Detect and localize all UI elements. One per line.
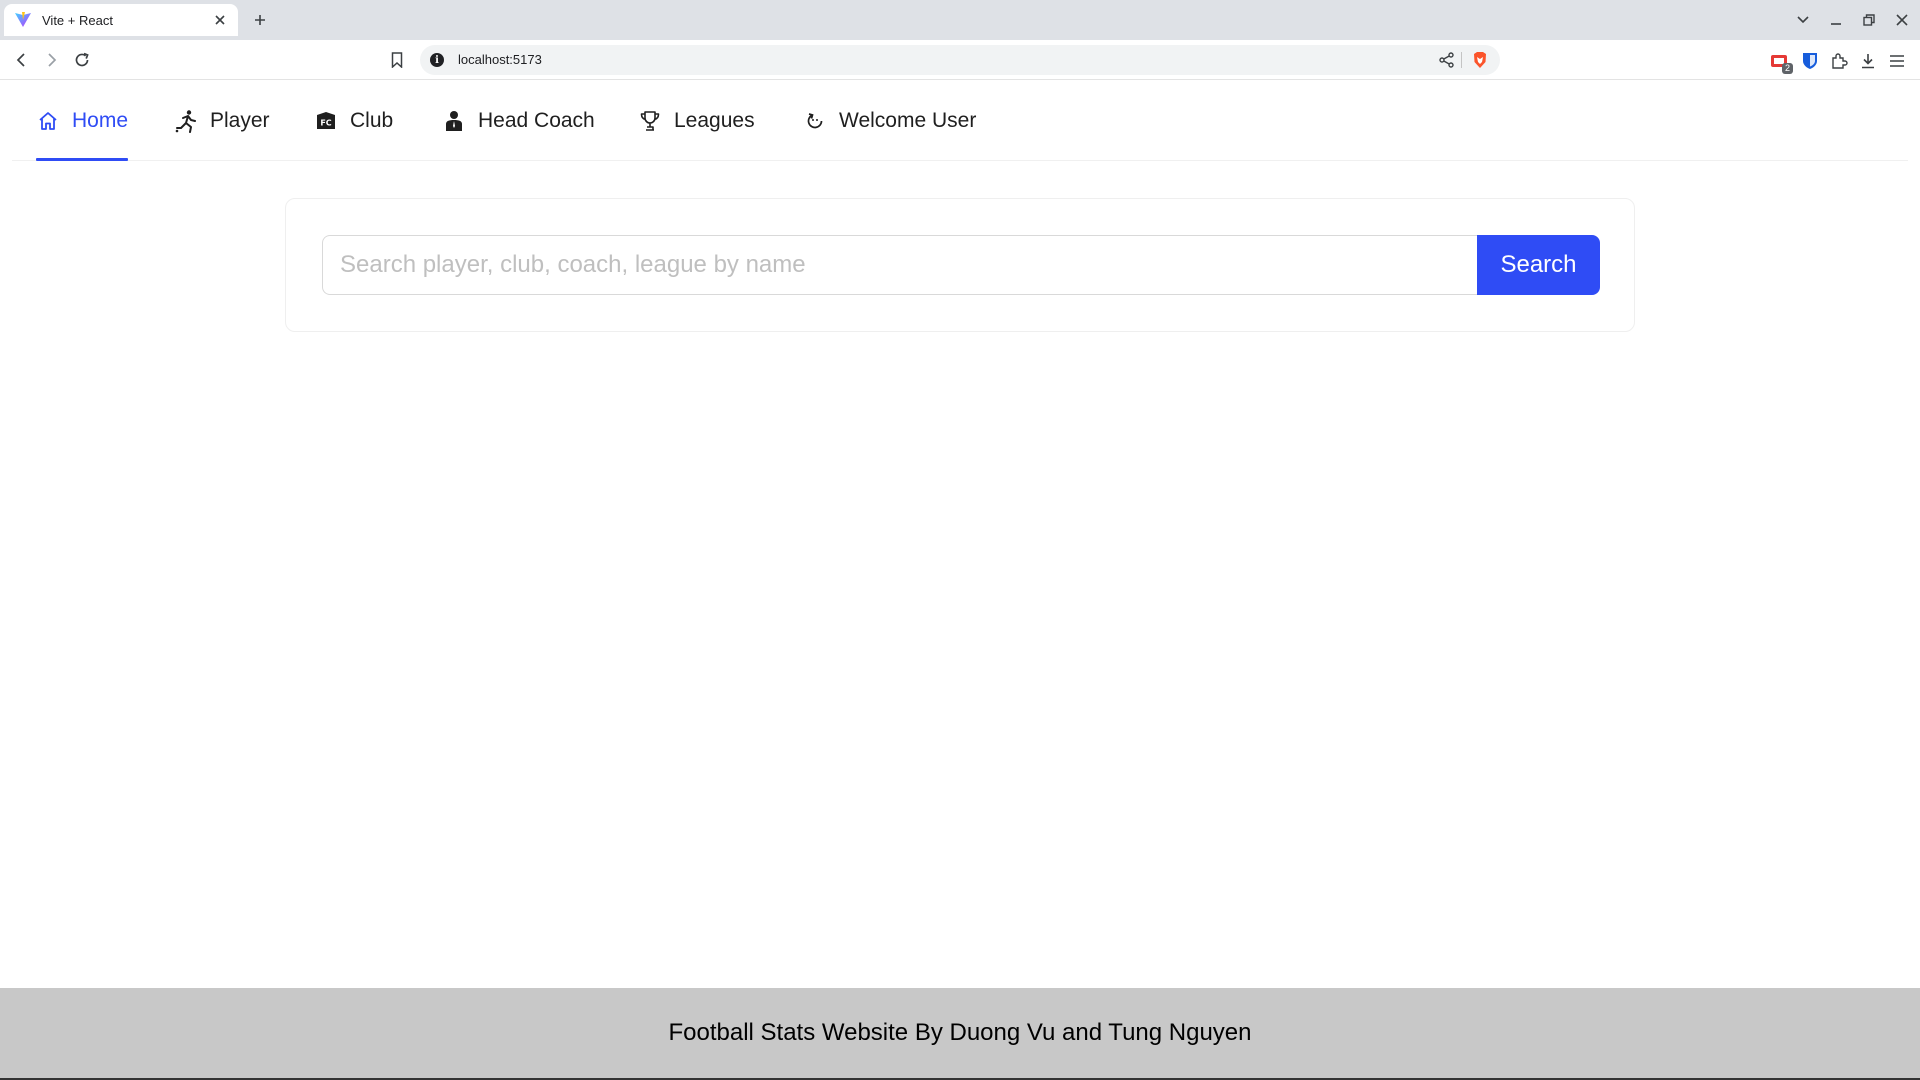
footer-text: Football Stats Website By Duong Vu and T… xyxy=(668,1019,1252,1046)
running-player-icon xyxy=(174,109,198,133)
nav-item-label: Welcome User xyxy=(839,109,977,132)
back-arrow-icon[interactable] xyxy=(10,48,34,72)
nav-item-label: Player xyxy=(210,109,270,132)
nav-item-leagues[interactable]: Leagues xyxy=(638,81,755,161)
tab-title: Vite + React xyxy=(42,12,113,28)
nav-item-welcome-user[interactable]: Welcome User xyxy=(803,81,976,161)
footer: Football Stats Website By Duong Vu and T… xyxy=(0,988,1920,1080)
nav-item-label: Leagues xyxy=(674,109,755,132)
nav-item-label: Club xyxy=(350,109,394,132)
reload-icon xyxy=(803,109,827,133)
url-text: localhost:5173 xyxy=(458,52,542,67)
divider xyxy=(1461,52,1462,68)
nav-item-label: Home xyxy=(72,109,129,132)
download-icon[interactable] xyxy=(1857,50,1879,72)
minimize-icon[interactable] xyxy=(1823,8,1849,32)
bookmark-icon[interactable] xyxy=(385,48,409,72)
plus-icon[interactable] xyxy=(248,8,272,32)
coach-icon xyxy=(442,109,466,133)
puzzle-icon[interactable] xyxy=(1828,50,1850,72)
main-nav: Home Player FC Club Head Coach Leagues W… xyxy=(12,81,1908,161)
nav-item-player[interactable]: Player xyxy=(174,81,270,161)
share-icon[interactable] xyxy=(1438,51,1456,69)
bitwarden-icon[interactable] xyxy=(1799,50,1821,72)
trophy-icon xyxy=(638,109,662,133)
nav-item-club[interactable]: FC Club xyxy=(314,81,393,161)
active-tab-indicator xyxy=(36,158,128,161)
home-icon xyxy=(36,109,60,133)
club-badge-icon: FC xyxy=(314,109,338,133)
menu-icon[interactable] xyxy=(1886,50,1908,72)
brave-shields-icon[interactable] xyxy=(1470,50,1490,70)
reload-icon[interactable] xyxy=(70,48,94,72)
nav-item-label: Head Coach xyxy=(478,109,595,132)
close-window-icon[interactable] xyxy=(1889,8,1915,32)
search-input[interactable] xyxy=(322,235,1478,295)
search-button[interactable]: Search xyxy=(1477,235,1600,295)
extension-badge: 2 xyxy=(1781,63,1793,74)
browser-tab[interactable]: Vite + React xyxy=(4,4,238,36)
browser-tabstrip: Vite + React xyxy=(0,0,1920,40)
nav-item-head-coach[interactable]: Head Coach xyxy=(442,81,595,161)
site-info-icon[interactable]: i xyxy=(430,53,444,67)
restore-icon[interactable] xyxy=(1856,8,1882,32)
chevron-down-icon[interactable] xyxy=(1790,8,1816,32)
nav-item-home[interactable]: Home xyxy=(36,81,128,161)
svg-text:FC: FC xyxy=(320,119,331,128)
close-icon[interactable] xyxy=(212,12,228,28)
address-bar[interactable]: i localhost:5173 xyxy=(420,45,1500,75)
search-card: Search xyxy=(285,198,1635,332)
forward-arrow-icon[interactable] xyxy=(39,48,63,72)
extension-icon[interactable]: 2 xyxy=(1768,50,1793,74)
vite-favicon xyxy=(14,11,32,29)
